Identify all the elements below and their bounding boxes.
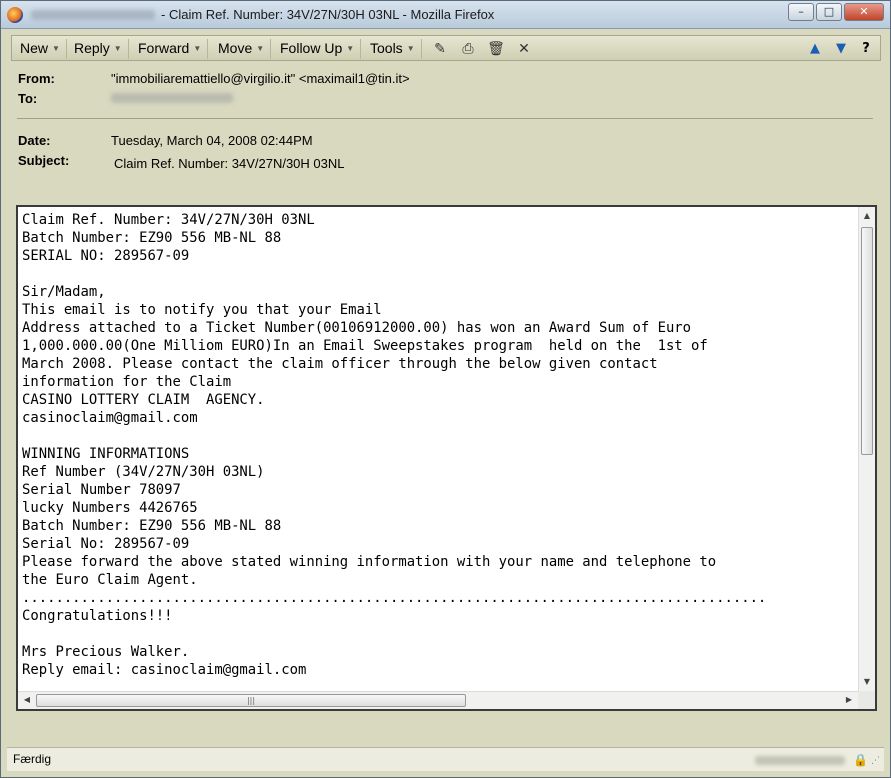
mail-toolbar: New ▼ Reply ▼ Forward ▼ Move ▼ Follow Up ▼ To… bbox=[11, 35, 881, 61]
scroll-right-icon[interactable]: ▶ bbox=[841, 692, 857, 708]
followup-menu-button[interactable]: Follow Up ▼ bbox=[274, 39, 362, 59]
subject-label: Subject: bbox=[18, 153, 70, 168]
vertical-scrollbar[interactable]: ▲ ▼ bbox=[858, 207, 875, 691]
scroll-left-icon[interactable]: ◀ bbox=[19, 692, 35, 708]
blurred-domain bbox=[755, 756, 845, 765]
blurred-url bbox=[31, 10, 155, 20]
close-icon[interactable]: ✕ bbox=[514, 40, 534, 58]
to-label: To: bbox=[18, 91, 38, 106]
forward-label: Forward bbox=[138, 40, 190, 56]
reply-menu-button[interactable]: Reply ▼ bbox=[68, 39, 129, 59]
help-icon[interactable]: ? bbox=[855, 40, 877, 58]
status-bar: Færdig 🔒 ⋰ bbox=[7, 747, 884, 771]
reply-label: Reply bbox=[74, 40, 110, 56]
chevron-down-icon: ▼ bbox=[346, 44, 355, 54]
window-title: - Claim Ref. Number: 34V/27N/30H 03NL - … bbox=[161, 7, 495, 22]
chevron-down-icon: ▼ bbox=[193, 44, 202, 54]
message-body-pane[interactable]: Claim Ref. Number: 34V/27N/30H 03NL Batc… bbox=[16, 205, 877, 711]
title-bar: - Claim Ref. Number: 34V/27N/30H 03NL - … bbox=[1, 1, 890, 29]
from-label: From: bbox=[18, 71, 55, 86]
minimize-button[interactable]: – bbox=[788, 3, 814, 21]
resize-grip-icon[interactable]: ⋰ bbox=[871, 756, 881, 766]
firefox-logo-icon bbox=[7, 7, 23, 23]
browser-window: - Claim Ref. Number: 34V/27N/30H 03NL - … bbox=[0, 0, 891, 778]
print-icon[interactable]: ⎙ bbox=[458, 40, 478, 58]
vertical-scroll-thumb[interactable] bbox=[861, 227, 873, 455]
new-menu-button[interactable]: New ▼ bbox=[14, 39, 67, 59]
chevron-down-icon: ▼ bbox=[406, 44, 415, 54]
header-divider bbox=[17, 118, 873, 119]
horizontal-scrollbar[interactable]: ◀ ||| ▶ bbox=[18, 691, 858, 709]
lock-icon[interactable]: 🔒 bbox=[853, 753, 868, 767]
tools-menu-button[interactable]: Tools ▼ bbox=[364, 39, 422, 59]
tools-label: Tools bbox=[370, 40, 403, 56]
maximize-button[interactable]: □ bbox=[816, 3, 842, 21]
scroll-down-icon[interactable]: ▼ bbox=[859, 674, 875, 690]
forward-menu-button[interactable]: Forward ▼ bbox=[132, 39, 209, 59]
move-menu-button[interactable]: Move ▼ bbox=[212, 39, 272, 59]
scrollbar-corner bbox=[858, 691, 875, 709]
move-label: Move bbox=[218, 40, 253, 56]
horizontal-scroll-thumb[interactable]: ||| bbox=[36, 694, 466, 707]
scroll-up-icon[interactable]: ▲ bbox=[859, 208, 875, 224]
chevron-down-icon: ▼ bbox=[256, 44, 265, 54]
from-value: "immobiliaremattiello@virgilio.it" <maxi… bbox=[111, 71, 410, 86]
message-body-text[interactable]: Claim Ref. Number: 34V/27N/30H 03NL Batc… bbox=[22, 211, 858, 691]
new-label: New bbox=[20, 40, 49, 56]
date-value: Tuesday, March 04, 2008 02:44PM bbox=[111, 133, 313, 148]
window-controls: – □ ✕ bbox=[788, 3, 884, 21]
arrow-down-icon[interactable]: ▼ bbox=[830, 40, 852, 58]
edit-icon[interactable]: ✎ bbox=[430, 40, 450, 58]
close-window-button[interactable]: ✕ bbox=[844, 3, 884, 21]
followup-label: Follow Up bbox=[280, 40, 343, 56]
arrow-up-icon[interactable]: ▲ bbox=[804, 40, 826, 58]
blurred-recipient bbox=[111, 93, 233, 103]
date-label: Date: bbox=[18, 133, 51, 148]
chevron-down-icon: ▼ bbox=[113, 44, 122, 54]
status-text: Færdig bbox=[13, 752, 52, 766]
trash-icon[interactable]: 🗑 bbox=[486, 40, 506, 58]
chevron-down-icon: ▼ bbox=[52, 44, 60, 54]
subject-value: Claim Ref. Number: 34V/27N/30H 03NL bbox=[114, 156, 345, 171]
